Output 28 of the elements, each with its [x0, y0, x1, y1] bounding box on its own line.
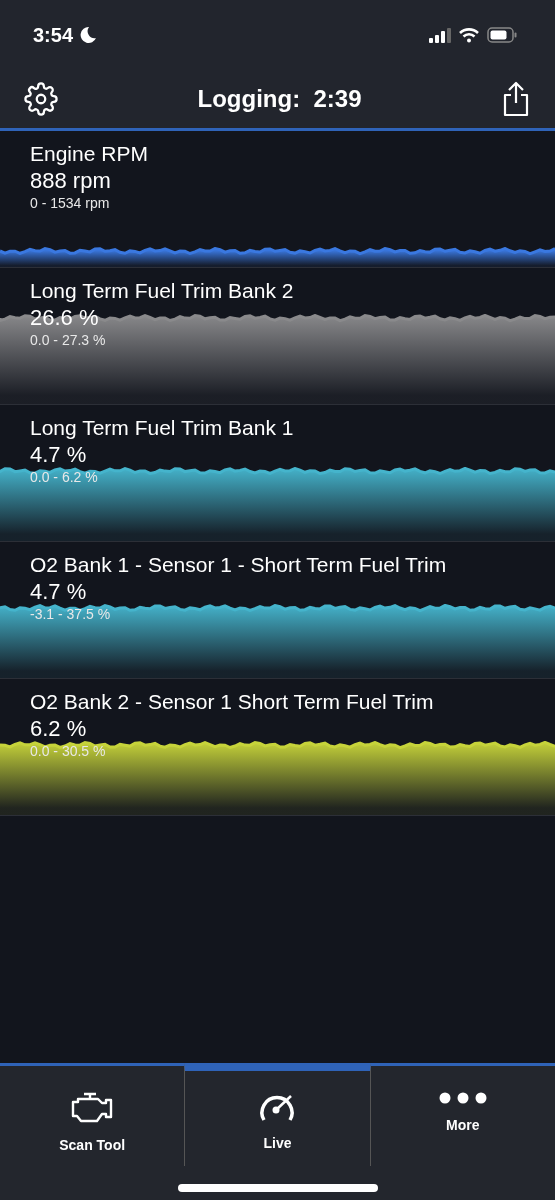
sensor-value: 4.7 % [30, 579, 87, 605]
tab[interactable]: Scan Tool [0, 1063, 185, 1166]
sensor-range: 0.0 - 6.2 % [30, 468, 98, 486]
sensor-name: Long Term Fuel Trim Bank 2 [30, 278, 294, 304]
share-icon [501, 81, 531, 117]
moon-icon [79, 26, 98, 44]
settings-icon [24, 82, 58, 116]
share-button[interactable] [501, 81, 531, 117]
status-time: 3:54 [33, 23, 74, 47]
signal-icon [429, 27, 451, 43]
sensor-range: 0 - 1534 rpm [30, 194, 110, 212]
sensor-name: Long Term Fuel Trim Bank 1 [30, 415, 294, 441]
tab[interactable]: Live [184, 1063, 371, 1166]
logging-title: Logging: 2:39 [197, 85, 362, 113]
more-icon [438, 1091, 487, 1105]
battery-icon [487, 27, 517, 43]
sensor-value: 888 rpm [30, 168, 111, 194]
sensor-name: O2 Bank 1 - Sensor 1 - Short Term Fuel Trim [30, 552, 447, 578]
sensor-range: 0.0 - 30.5 % [30, 742, 106, 760]
sensor-range: -3.1 - 37.5 % [30, 605, 111, 623]
sensor-value: 4.7 % [30, 442, 87, 468]
sensor-value: 6.2 % [30, 716, 87, 742]
sensor-name: O2 Bank 2 - Sensor 1 Short Term Fuel Trim [30, 689, 434, 715]
sensor-name: Engine RPM [30, 141, 148, 167]
settings-button[interactable] [24, 82, 58, 116]
sensor-range: 0.0 - 27.3 % [30, 331, 106, 349]
wifi-icon [459, 27, 479, 43]
tab[interactable]: More [370, 1063, 555, 1166]
